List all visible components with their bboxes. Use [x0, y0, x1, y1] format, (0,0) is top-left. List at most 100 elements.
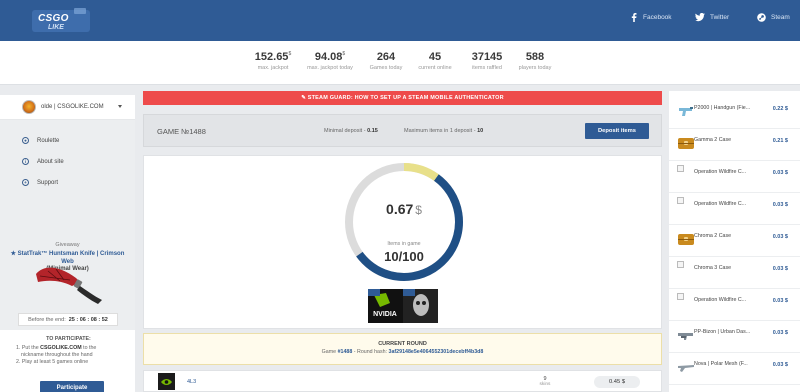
item-price: 0.03 $	[772, 170, 788, 176]
stat-value: 94.08	[314, 51, 343, 63]
giveaway-title: Giveaway	[55, 242, 80, 248]
item-price: 0.21 $	[772, 138, 788, 144]
nvidia-eye-icon	[161, 378, 172, 385]
stat-value: 152.65	[254, 51, 289, 63]
player-avatar[interactable]: NVIDIA	[368, 289, 403, 323]
rule-1: 1. Put the CSGOLIKE.COM to the	[16, 345, 97, 351]
site-stats-bar: 152.65$ max. jackpot 94.08$ max. jackpot…	[0, 41, 800, 85]
bet-player-name[interactable]: 4L3	[187, 379, 196, 385]
bet-item-count: 9 skins	[539, 376, 551, 387]
round-area: 0.67 $ Items in game 10/100 NVIDIA	[143, 155, 662, 329]
pistol-icon	[679, 107, 693, 116]
shotgun-icon	[678, 365, 694, 372]
list-item[interactable]: PP-Bizon | Urban Das... 0.03 $	[669, 320, 800, 353]
broken-image-icon	[677, 293, 684, 300]
sidebar-item-roulette[interactable]: ● Roulette	[0, 130, 135, 151]
round-players: NVIDIA	[368, 289, 438, 323]
item-name: P2000 | Handgun (Fie...	[694, 105, 751, 111]
stat-label: players today	[518, 65, 552, 71]
participate-button[interactable]: Participate	[40, 381, 104, 392]
steam-icon	[757, 13, 766, 22]
list-item[interactable]: Operation Wildfire C... 0.03 $	[669, 288, 800, 321]
broken-image-icon	[677, 261, 684, 268]
twitter-link[interactable]: Twitter	[695, 13, 729, 22]
support-icon: +	[22, 179, 29, 186]
stat-label: max. jackpot	[257, 65, 289, 71]
item-name: Operation Wildfire C...	[694, 169, 747, 175]
bet-row: 4L3 9 skins 0.45 $	[143, 370, 662, 392]
item-price: 0.03 $	[772, 330, 788, 336]
broken-image-icon	[677, 165, 684, 172]
sidebar-item-label: Support	[37, 179, 59, 186]
stat-max-jackpot: 152.65$ max. jackpot	[243, 51, 303, 71]
timer-label: Before the end:	[28, 316, 66, 323]
twitter-icon	[695, 13, 705, 22]
broken-image-icon	[677, 197, 684, 204]
giveaway-timer: Before the end: 25 : 06 : 08 : 52	[18, 313, 118, 326]
steam-link[interactable]: Steam	[757, 13, 790, 22]
bet-value: 0.45 $	[594, 376, 640, 388]
logo-subtext: LIKE	[48, 24, 64, 31]
stat-label: current online	[418, 65, 452, 71]
sidebar-item-about[interactable]: i About site	[0, 151, 135, 172]
chevron-down-icon	[118, 105, 122, 108]
jackpot-value: 0.67 $	[343, 201, 465, 217]
list-item[interactable]: P2000 | Handgun (Fie... 0.22 $	[669, 96, 800, 129]
facebook-icon	[631, 13, 637, 22]
items-count: 10/100	[384, 249, 424, 264]
list-item[interactable]: Operation Wildfire C... 0.03 $	[669, 192, 800, 225]
user-name: olde | CSGOLIKE.COM	[41, 104, 104, 110]
list-item[interactable]: Gamma 2 Case 0.21 $	[669, 128, 800, 161]
deposit-items-button[interactable]: Deposit items	[585, 123, 649, 139]
facebook-link[interactable]: Facebook	[630, 13, 672, 22]
item-price: 0.03 $	[772, 362, 788, 368]
item-price: 0.03 $	[772, 266, 788, 272]
steam-guard-alert[interactable]: ✎ STEAM GUARD: HOW TO SET UP A STEAM MOB…	[143, 91, 662, 105]
giveaway-knife-image	[36, 267, 102, 304]
min-deposit: Minimal deposit - 0.15	[324, 128, 378, 134]
sidebar-item-label: Roulette	[37, 137, 60, 144]
right-sidebar-items: P2000 | Handgun (Fie... 0.22 $ Gamma 2 C…	[669, 91, 800, 392]
list-item[interactable]: Chroma 2 Case 0.03 $	[669, 224, 800, 257]
jackpot-ring: 0.67 $ Items in game 10/100	[343, 161, 465, 283]
item-name: PP-Bizon | Urban Das...	[694, 329, 751, 335]
game-info-bar: GAME №1488 Minimal deposit - 0.15 Maximu…	[143, 114, 662, 147]
round-hash: 3af29148e5e4064552301decebff4b3d8	[388, 349, 484, 355]
timer-value: 25 : 06 : 08 : 52	[68, 316, 108, 323]
item-name: Chroma 3 Case	[694, 265, 732, 271]
rule-2: 2. Play at least 5 games online	[16, 359, 89, 365]
stat-current-online: 45 current online	[405, 51, 465, 71]
current-round-heading: CURRENT ROUND	[378, 341, 427, 347]
top-header: CSGO LIKE Facebook Twitter Steam	[0, 0, 800, 41]
case-icon	[678, 138, 694, 149]
stat-players-today: 588 players today	[505, 51, 565, 71]
rule-1-line2: nickname throughout the hand	[21, 352, 93, 358]
item-name: Nova | Polar Mesh (F...	[694, 361, 748, 367]
stat-max-jackpot-today: 94.08$ max. jackpot today	[300, 51, 360, 71]
site-logo[interactable]: CSGO LIKE	[30, 6, 92, 36]
round-hash-line: Game #1488 - Round hash: 3af29148e5e4064…	[321, 349, 484, 355]
sidebar-nav: ● Roulette i About site + Support	[0, 120, 135, 190]
avatar[interactable]	[158, 373, 175, 390]
item-name: Gamma 2 Case	[694, 137, 732, 143]
stat-value: 45	[428, 51, 442, 63]
list-item[interactable]: Operation Wildfire C... 0.03 $	[669, 160, 800, 193]
item-price: 0.03 $	[772, 298, 788, 304]
list-item[interactable]: Chroma 3 Case 0.03 $	[669, 256, 800, 289]
info-icon: i	[22, 158, 29, 165]
avatar	[22, 100, 36, 114]
jackpot-currency: $	[415, 203, 422, 217]
item-price: 0.03 $	[772, 202, 788, 208]
player-avatar[interactable]	[403, 289, 438, 323]
logo-text: CSGO	[38, 13, 69, 24]
facebook-label: Facebook	[643, 14, 672, 21]
current-round-panel: CURRENT ROUND Game #1488 - Round hash: 3…	[143, 333, 662, 365]
svg-text:NVIDIA: NVIDIA	[373, 311, 397, 318]
user-menu[interactable]: olde | CSGOLIKE.COM	[0, 95, 135, 120]
jackpot-amount: 0.67	[386, 201, 414, 217]
item-price: 0.03 $	[772, 234, 788, 240]
list-item[interactable]: Nova | Polar Mesh (F... 0.03 $	[669, 352, 800, 385]
steam-label: Steam	[771, 14, 790, 21]
items-label: Items in game	[387, 241, 421, 247]
jackpot-ring-chart	[345, 163, 463, 281]
